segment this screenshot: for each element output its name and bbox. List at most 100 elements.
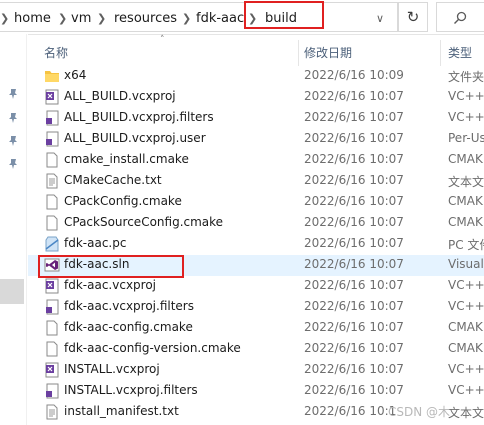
file-type: VC++ — [448, 89, 484, 103]
file-type: PC 文件 — [448, 238, 484, 252]
pin-icon[interactable] — [8, 88, 18, 100]
file-name: ALL_BUILD.vcxproj.user — [64, 131, 206, 145]
file-type: VC++ — [448, 278, 484, 292]
file-type: 文件夹 — [448, 70, 484, 84]
file-type: VC++ — [448, 362, 484, 376]
file-row[interactable]: fdk-aac-config.cmake 2022/6/16 10:07 CMA… — [28, 318, 484, 339]
file-date: 2022/6/16 10:07 — [304, 215, 404, 229]
nav-divider — [26, 34, 27, 425]
vcxproj-icon — [45, 362, 59, 378]
vcxproj-icon — [45, 89, 59, 105]
file-date: 2022/6/16 10:07 — [304, 110, 404, 124]
filters-icon — [46, 110, 59, 126]
file-date: 2022/6/16 10:07 — [304, 362, 404, 376]
column-header-type[interactable]: 类型 — [448, 40, 484, 66]
file-row[interactable]: x64 2022/6/16 10:09 文件夹 — [28, 66, 484, 87]
file-row[interactable]: fdk-aac.vcxproj.filters 2022/6/16 10:07 … — [28, 297, 484, 318]
chevron-right-icon[interactable]: ❯ — [182, 12, 191, 25]
breadcrumb-item-home[interactable]: home — [14, 11, 51, 26]
breadcrumb-item-vm[interactable]: vm — [71, 11, 91, 26]
file-name: INSTALL.vcxproj.filters — [64, 383, 198, 397]
annotation-highlight-build — [244, 1, 324, 29]
file-row[interactable]: ALL_BUILD.vcxproj 2022/6/16 10:07 VC++ — [28, 87, 484, 108]
file-row[interactable]: CPackSourceConfig.cmake 2022/6/16 10:07 … — [28, 213, 484, 234]
file-row[interactable]: fdk-aac.vcxproj 2022/6/16 10:07 VC++ — [28, 276, 484, 297]
file-row[interactable]: INSTALL.vcxproj 2022/6/16 10:07 VC++ — [28, 360, 484, 381]
file-date: 2022/6/16 10:07 — [304, 320, 404, 334]
file-date: 2022/6/16 10:07 — [304, 278, 404, 292]
document-icon — [46, 215, 58, 231]
address-bar: ❯ home ❯ vm ❯ resources ❯ fdk-aac ❯ buil… — [0, 0, 484, 35]
column-header-name[interactable]: 名称 — [44, 40, 294, 66]
document-icon — [46, 194, 58, 210]
nav-selected-item[interactable] — [0, 279, 24, 304]
pin-icon[interactable] — [8, 112, 18, 124]
document-icon — [46, 152, 58, 168]
file-type: 文本文 — [448, 406, 484, 420]
file-type: CMAK — [448, 215, 483, 229]
file-name: CPackConfig.cmake — [64, 194, 182, 208]
file-name: fdk-aac.pc — [64, 236, 127, 250]
file-name: CMakeCache.txt — [64, 173, 162, 187]
pin-icon[interactable] — [8, 158, 18, 170]
file-type: VC++ — [448, 383, 484, 397]
filters-icon — [46, 383, 59, 399]
search-input[interactable] — [436, 2, 484, 32]
file-date: 2022/6/16 10:07 — [304, 89, 404, 103]
file-date: 2022/6/16 10:07 — [304, 194, 404, 208]
breadcrumb[interactable]: ❯ home ❯ vm ❯ resources ❯ fdk-aac ❯ buil… — [0, 2, 398, 32]
file-row[interactable]: ALL_BUILD.vcxproj.user 2022/6/16 10:07 P… — [28, 129, 484, 150]
file-type: VC++ — [448, 110, 484, 124]
document-icon — [46, 320, 58, 336]
file-type: 文本文 — [448, 175, 484, 189]
file-date: 2022/6/16 10:07 — [304, 341, 404, 355]
pc-file-icon — [45, 236, 59, 252]
breadcrumb-item-fdk-aac[interactable]: fdk-aac — [196, 11, 244, 26]
file-date: 2022/6/16 10:07 — [304, 383, 404, 397]
folder-icon — [45, 71, 59, 82]
breadcrumb-item-resources[interactable]: resources — [114, 11, 177, 26]
file-date: 2022/6/16 10:07 — [304, 257, 404, 271]
file-name: fdk-aac-config-version.cmake — [64, 341, 241, 355]
filters-icon — [46, 131, 59, 147]
file-row[interactable]: cmake_install.cmake 2022/6/16 10:07 CMAK — [28, 150, 484, 171]
text-file-icon — [46, 404, 58, 420]
file-type: Per-Us — [448, 131, 484, 145]
column-divider[interactable] — [440, 40, 441, 66]
filters-icon — [46, 299, 59, 315]
file-row[interactable]: ALL_BUILD.vcxproj.filters 2022/6/16 10:0… — [28, 108, 484, 129]
file-row[interactable]: fdk-aac-config-version.cmake 2022/6/16 1… — [28, 339, 484, 360]
file-date: 2022/6/16 10:07 — [304, 173, 404, 187]
watermark: CSDN @木 — [388, 405, 451, 419]
chevron-right-icon[interactable]: ❯ — [58, 12, 67, 25]
file-type: CMAK — [448, 152, 483, 166]
file-date: 2022/6/16 10:07 — [304, 131, 404, 145]
file-type: Visual — [448, 257, 484, 271]
file-type: CMAK — [448, 320, 483, 334]
column-header-date[interactable]: 修改日期 — [304, 40, 434, 66]
vcxproj-icon — [45, 278, 59, 294]
file-row[interactable]: fdk-aac.pc 2022/6/16 10:07 PC 文件 — [28, 234, 484, 255]
column-divider[interactable] — [298, 40, 299, 66]
pin-icon[interactable] — [8, 135, 18, 147]
search-icon — [454, 11, 467, 24]
file-name: fdk-aac.vcxproj.filters — [64, 299, 194, 313]
refresh-icon: ↻ — [406, 8, 420, 26]
chevron-right-icon[interactable]: ❯ — [0, 12, 9, 25]
annotation-highlight-sln — [38, 255, 184, 278]
file-date: 2022/6/16 10:07 — [304, 299, 404, 313]
file-row[interactable]: INSTALL.vcxproj.filters 2022/6/16 10:07 … — [28, 381, 484, 402]
refresh-button[interactable]: ↻ — [398, 2, 428, 32]
file-name: x64 — [64, 68, 87, 82]
navigation-pane[interactable] — [0, 34, 28, 425]
file-date: 2022/6/16 10:07 — [304, 236, 404, 250]
file-date: 2022/6/16 10:07 — [304, 152, 404, 166]
file-row[interactable]: CPackConfig.cmake 2022/6/16 10:07 CMAK — [28, 192, 484, 213]
file-row[interactable]: CMakeCache.txt 2022/6/16 10:07 文本文 — [28, 171, 484, 192]
text-file-icon — [46, 173, 58, 189]
chevron-right-icon[interactable]: ❯ — [97, 12, 106, 25]
file-date: 2022/6/16 10:1 — [304, 404, 397, 418]
file-type: CMAK — [448, 194, 483, 208]
chevron-down-icon[interactable]: ∨ — [376, 12, 384, 25]
file-name: INSTALL.vcxproj — [64, 362, 160, 376]
